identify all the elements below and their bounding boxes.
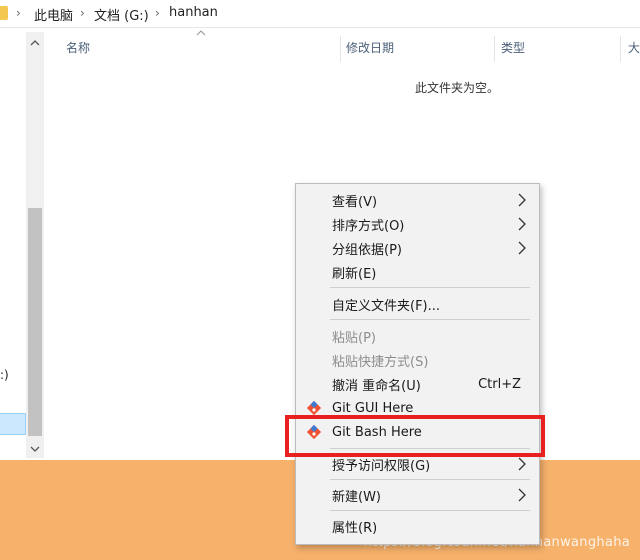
menu-item-view[interactable]: 查看(V) [296, 188, 539, 212]
menu-separator [330, 287, 530, 288]
chevron-right-icon [518, 488, 526, 502]
menu-item-paste[interactable]: 粘贴(P) [296, 324, 539, 348]
git-icon [306, 400, 322, 416]
menu-separator [330, 319, 530, 320]
column-divider[interactable] [340, 36, 341, 62]
menu-item-paste-shortcut[interactable]: 粘贴快捷方式(S) [296, 348, 539, 372]
breadcrumb-chevron-icon[interactable]: › [16, 6, 21, 20]
chevron-right-icon [518, 217, 526, 231]
address-bar[interactable]: › 此电脑 › 文档 (G:) › hanhan [0, 0, 640, 28]
chevron-down-icon[interactable] [26, 440, 44, 458]
column-divider[interactable] [620, 36, 621, 62]
menu-shortcut: Ctrl+Z [478, 376, 521, 392]
menu-separator [330, 479, 530, 480]
menu-label: 属性(R) [332, 520, 378, 536]
menu-label: 刷新(E) [332, 266, 377, 282]
menu-label: 新建(W) [332, 489, 381, 505]
folder-icon [0, 6, 8, 20]
chevron-up-icon[interactable] [26, 34, 44, 52]
column-name[interactable]: 名称 [66, 39, 90, 56]
breadcrumb-this-pc[interactable]: 此电脑 [34, 5, 73, 24]
menu-item-properties[interactable]: 属性(R) [296, 514, 539, 538]
menu-item-refresh[interactable]: 刷新(E) [296, 260, 539, 284]
menu-label: 分组依据(P) [332, 242, 402, 258]
menu-item-undo-rename[interactable]: 撤消 重命名(U) Ctrl+Z [296, 372, 539, 396]
empty-folder-message: 此文件夹为空。 [415, 81, 500, 95]
menu-item-new[interactable]: 新建(W) [296, 483, 539, 507]
breadcrumb-drive[interactable]: 文档 (G:) [94, 5, 149, 24]
chevron-right-icon [518, 457, 526, 471]
sort-ascending-icon [196, 28, 206, 39]
menu-label: Git GUI Here [332, 400, 414, 416]
menu-label: 粘贴快捷方式(S) [332, 354, 429, 370]
column-modified[interactable]: 修改日期 [346, 39, 394, 56]
nav-scroll-thumb[interactable] [28, 208, 42, 436]
breadcrumb-folder[interactable]: hanhan [169, 5, 218, 20]
chevron-right-icon [518, 241, 526, 255]
column-size[interactable]: 大 [628, 39, 640, 56]
menu-label: 授予访问权限(G) [332, 458, 431, 474]
menu-item-customize-folder[interactable]: 自定义文件夹(F)... [296, 292, 539, 316]
column-type[interactable]: 类型 [501, 39, 525, 56]
nav-selected-item[interactable] [0, 413, 26, 435]
navigation-pane[interactable]: :) [0, 28, 46, 460]
menu-separator [330, 510, 530, 511]
menu-item-sort[interactable]: 排序方式(O) [296, 212, 539, 236]
menu-label: 粘贴(P) [332, 330, 376, 346]
annotation-highlight-box [285, 415, 545, 457]
chevron-right-icon [518, 193, 526, 207]
breadcrumb-chevron-icon[interactable]: › [155, 6, 160, 20]
menu-label: 自定义文件夹(F)... [332, 298, 441, 314]
menu-label: 查看(V) [332, 194, 378, 210]
context-menu: 查看(V) 排序方式(O) 分组依据(P) 刷新(E) 自定义文件夹(F)...… [295, 183, 540, 545]
nav-drive-label[interactable]: :) [0, 368, 9, 382]
menu-item-group[interactable]: 分组依据(P) [296, 236, 539, 260]
menu-label: 排序方式(O) [332, 218, 405, 234]
menu-label: 撤消 重命名(U) [332, 378, 421, 394]
breadcrumb-chevron-icon[interactable]: › [80, 6, 85, 20]
column-divider[interactable] [494, 36, 495, 62]
column-header-row: 名称 修改日期 类型 大 [46, 28, 640, 64]
